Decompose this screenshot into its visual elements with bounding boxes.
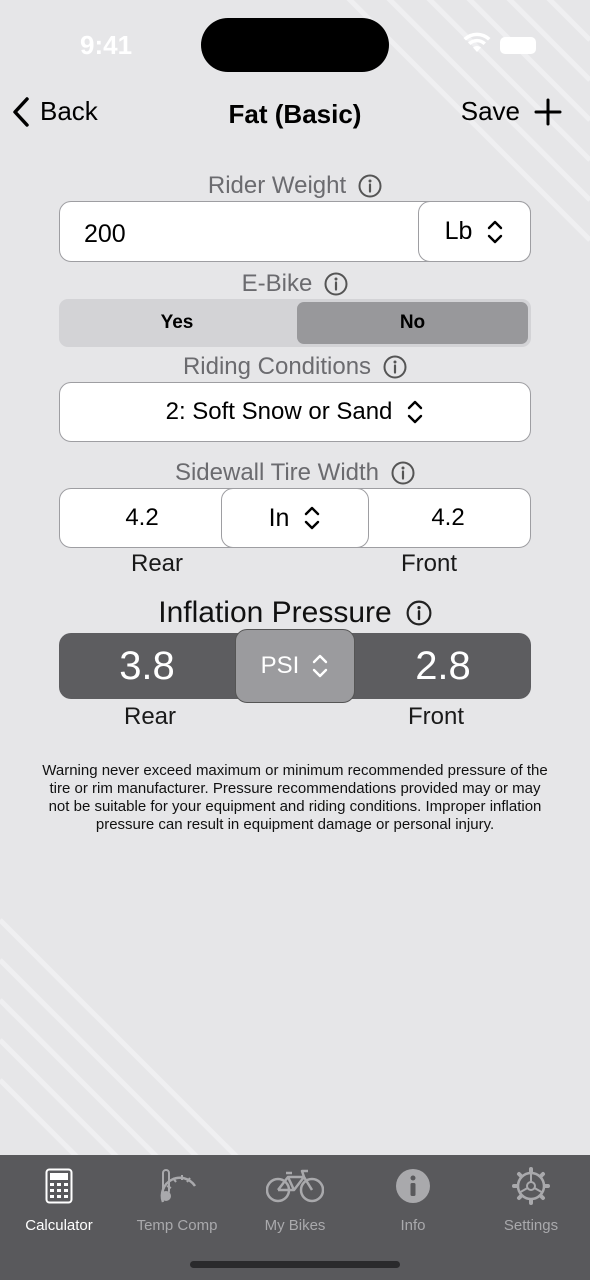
chevron-up-down-icon: [488, 220, 503, 243]
ebike-label: E-Bike: [241, 270, 313, 297]
width-unit-picker[interactable]: In: [221, 488, 369, 548]
chevron-up-down-icon: [313, 654, 328, 678]
sidewall-label-row: Sidewall Tire Width: [0, 459, 590, 487]
rear-pressure-value: 3.8: [119, 643, 175, 688]
ebike-segmented-control: Yes No: [59, 299, 531, 347]
info-circle-icon[interactable]: [358, 174, 382, 198]
inflation-pressure-label-row: Inflation Pressure: [0, 596, 590, 630]
tab-calculator[interactable]: Calculator: [0, 1155, 118, 1255]
riding-conditions-value: 2: Soft Snow or Sand: [165, 398, 393, 425]
tab-temp-comp-label: Temp Comp: [136, 1217, 218, 1234]
rear-pressure-label: Rear: [123, 703, 177, 730]
home-indicator: [190, 1261, 400, 1268]
thermometer-gauge-icon: [160, 1169, 197, 1203]
tab-settings[interactable]: Settings: [472, 1155, 590, 1255]
pressure-unit-picker[interactable]: PSI: [235, 629, 355, 703]
calculator-icon: [45, 1168, 73, 1204]
plus-icon: [534, 98, 562, 125]
rear-width-value: 4.2: [125, 504, 159, 531]
rider-weight-label-row: Rider Weight: [0, 172, 590, 200]
ebike-option-yes[interactable]: Yes: [59, 299, 295, 347]
dynamic-island: [201, 18, 389, 72]
rear-width-input[interactable]: 4.2: [59, 488, 225, 548]
save-label: Save: [460, 96, 520, 126]
tab-my-bikes-label: My Bikes: [264, 1217, 326, 1234]
rear-width-label: Rear: [130, 550, 184, 577]
info-circle-icon[interactable]: [391, 461, 415, 485]
front-pressure-value: 2.8: [415, 643, 471, 688]
ebike-option-no[interactable]: No: [297, 302, 528, 344]
tab-settings-label: Settings: [503, 1217, 559, 1234]
info-circle-icon[interactable]: [406, 600, 432, 626]
gear-icon: [512, 1167, 550, 1205]
ebike-label-row: E-Bike: [0, 270, 590, 298]
wifi-icon: [463, 32, 491, 52]
weight-unit-label: Lb: [444, 217, 473, 245]
info-icon: [396, 1169, 430, 1203]
weight-unit-picker[interactable]: Lb: [418, 201, 531, 262]
front-width-value: 4.2: [431, 504, 465, 531]
tab-temp-comp[interactable]: Temp Comp: [118, 1155, 236, 1255]
battery-icon: [500, 37, 536, 54]
sidewall-label: Sidewall Tire Width: [174, 459, 380, 486]
status-bar: 9:41: [0, 0, 590, 90]
warning-text: Warning never exceed maximum or minimum …: [42, 762, 548, 833]
riding-conditions-picker[interactable]: 2: Soft Snow or Sand: [59, 382, 531, 442]
info-circle-icon[interactable]: [383, 355, 407, 379]
tab-calculator-label: Calculator: [25, 1217, 93, 1234]
riding-conditions-label-row: Riding Conditions: [0, 353, 590, 381]
bicycle-icon: [266, 1169, 324, 1203]
info-circle-icon[interactable]: [324, 272, 348, 296]
navigation-bar: Back Fat (Basic) Save: [0, 90, 590, 140]
tab-info[interactable]: Info: [354, 1155, 472, 1255]
front-pressure-label: Front: [407, 703, 464, 730]
tab-my-bikes[interactable]: My Bikes: [236, 1155, 354, 1255]
front-width-input[interactable]: 4.2: [366, 488, 530, 548]
chevron-up-down-icon: [408, 400, 423, 424]
rider-weight-value: 200: [84, 220, 126, 248]
front-width-label: Front: [400, 550, 457, 577]
tab-info-label: Info: [400, 1217, 426, 1234]
width-unit-label: In: [268, 503, 290, 532]
rider-weight-label: Rider Weight: [207, 172, 347, 199]
pressure-unit-label: PSI: [260, 652, 300, 679]
save-button[interactable]: Save: [461, 96, 562, 127]
status-time: 9:41: [80, 30, 133, 60]
chevron-up-down-icon: [305, 506, 320, 530]
riding-conditions-label: Riding Conditions: [182, 353, 372, 380]
inflation-pressure-label: Inflation Pressure: [158, 596, 392, 629]
